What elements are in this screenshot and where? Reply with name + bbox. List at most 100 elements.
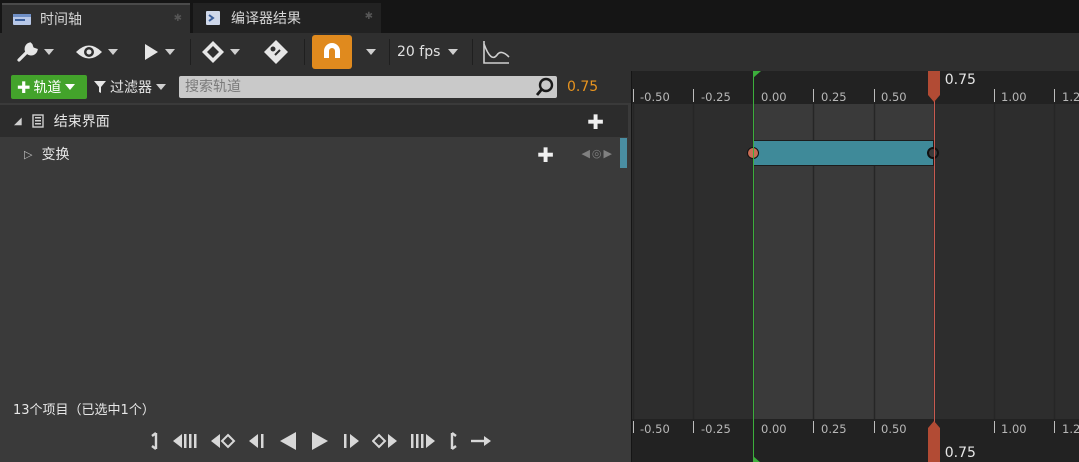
keyframe-end[interactable] [926,147,939,159]
close-icon[interactable]: ✱ [365,11,373,22]
next-keyframe-icon[interactable] [372,432,398,450]
playhead-handle-bottom[interactable] [926,419,942,462]
add-track-label: 轨道 [33,80,62,96]
key-navigation: ◀ ◎ ▶ [581,147,612,160]
filter-label: 过滤器 [110,80,152,96]
tag-icon [264,40,288,64]
tick-label: 0.00 [761,422,787,436]
snap-toggle[interactable] [312,33,352,71]
search-icon[interactable] [535,77,555,97]
prev-key-icon[interactable]: ◀ [581,147,589,160]
chevron-down-icon [230,49,240,55]
toolbar: 20 fps [0,33,1079,71]
current-time-value[interactable]: 0.75 [567,79,598,95]
track-row[interactable]: ◢ 结束界面 ✚ [0,105,628,137]
timeline-tab-icon [13,14,31,25]
chevron-down-icon [165,49,175,55]
step-back-icon[interactable] [248,432,266,450]
add-icon[interactable]: ✚ [587,110,604,134]
chevron-down-icon [156,84,166,90]
track-row[interactable]: ▷ 变换 ✚ ◀ ◎ ▶ [0,138,628,170]
selection-accent [620,138,627,168]
close-icon[interactable]: ✱ [174,13,182,24]
add-key-icon[interactable]: ◎ [592,147,602,160]
tick-label: 1.2 [1062,90,1079,104]
play-forward-icon[interactable] [310,431,330,451]
tab-timeline[interactable]: 时间轴 ✱ [2,3,190,33]
playhead-line[interactable] [933,71,935,462]
filter-row: ✚ 轨道 过滤器 0.75 [0,71,631,103]
prev-keyframe-icon[interactable] [210,432,236,450]
playhead-handle-top[interactable] [926,71,942,104]
transform-section-bar[interactable] [753,140,934,166]
tick-label: 0.00 [761,90,787,104]
magnet-icon [324,43,340,61]
add-icon[interactable]: ✚ [537,143,554,167]
loop-icon[interactable] [470,434,492,448]
collapse-triangle-icon[interactable]: ▷ [24,148,32,161]
play-dropdown[interactable] [141,33,175,71]
play-reverse-icon[interactable] [278,431,298,451]
filter-icon [94,81,106,93]
toolbar-divider [304,39,305,65]
tick-label: -0.50 [640,422,670,436]
ruler-ticks [633,89,1055,433]
add-track-button[interactable]: ✚ 轨道 [11,75,87,99]
chevron-down-icon [65,84,76,90]
curve-editor-button[interactable] [481,33,511,71]
plus-icon: ✚ [17,77,31,97]
tick-label: 0.25 [821,90,847,104]
timeline-area[interactable]: -0.50 -0.25 0.00 0.25 0.50 1.00 1.2 -0.5… [632,71,1079,462]
track-panel: ✚ 轨道 过滤器 0.75 ◢ 结束界面 ✚ [0,71,631,462]
fps-label: 20 fps [397,44,441,60]
playhead-time-label: 0.75 [944,72,976,88]
settings-dropdown[interactable] [16,33,54,71]
tab-compiler-results[interactable]: 编译器结果 ✱ [193,3,381,33]
playback-start-marker[interactable] [753,71,763,79]
playback-start-marker[interactable] [753,455,763,462]
curve-icon [483,41,510,64]
tick-label: 1.00 [1001,90,1027,104]
compiler-tab-icon [206,11,220,25]
tab-label: 时间轴 [40,12,82,28]
tick-label: 0.50 [881,90,907,104]
play-icon [145,44,158,60]
playhead-time-label: 0.75 [944,445,976,461]
jump-to-start-icon[interactable] [172,432,198,450]
fps-dropdown[interactable]: 20 fps [397,33,459,71]
view-dropdown[interactable] [74,33,118,71]
range-start-icon[interactable] [150,431,160,451]
snap-options-dropdown[interactable] [362,33,376,71]
jump-to-end-icon[interactable] [410,432,436,450]
tick-label: -0.25 [701,90,731,104]
tick-label: -0.50 [640,90,670,104]
chevron-down-icon [448,49,459,55]
key-tag-button[interactable] [262,33,290,71]
status-text: 13个项目（已选中1个） [13,403,155,418]
track-label: 变换 [41,147,70,163]
magnet-button[interactable] [312,35,352,69]
toolbar-divider [389,39,390,65]
filter-button[interactable]: 过滤器 [94,77,166,97]
keyframe-icon [202,41,224,63]
playback-start-line[interactable] [753,71,754,462]
toolbar-divider [190,39,191,65]
next-key-icon[interactable]: ▶ [604,147,612,160]
range-end-icon[interactable] [448,431,458,451]
expand-triangle-icon[interactable]: ◢ [14,116,22,127]
tab-label: 编译器结果 [231,11,301,27]
transport-controls [150,426,492,456]
search-box[interactable] [179,76,557,98]
tick-label: 1.2 [1062,422,1079,436]
step-forward-icon[interactable] [342,432,360,450]
search-input[interactable] [179,76,519,98]
keyframe-dropdown[interactable] [200,33,240,71]
chevron-down-icon [44,49,54,55]
tick-label: 0.25 [821,422,847,436]
chevron-down-icon [366,49,376,55]
tick-label: 0.50 [881,422,907,436]
widget-icon [32,114,44,128]
eye-icon [76,45,102,59]
toolbar-divider [472,39,473,65]
wrench-icon [17,42,38,62]
